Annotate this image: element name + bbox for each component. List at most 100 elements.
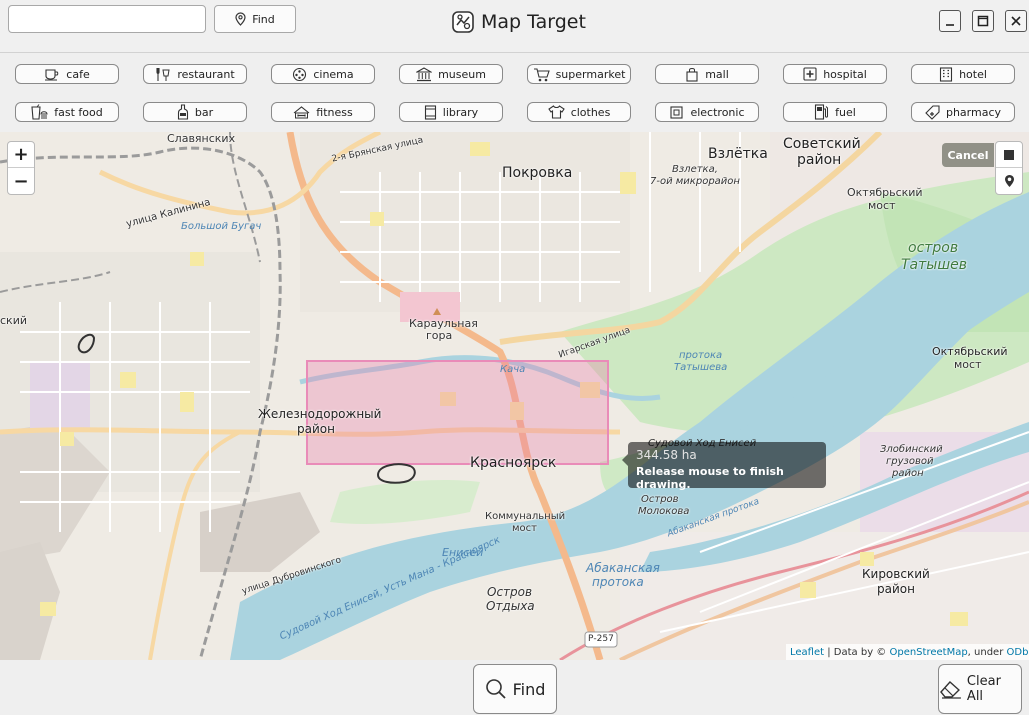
minimize-icon [946,24,954,26]
category-label: clothes [570,105,611,119]
category-button-mall[interactable]: mall [655,64,759,84]
category-label: bar [194,105,214,119]
category-button-restaurant[interactable]: restaurant [143,64,247,84]
zoom-in-button[interactable]: + [8,142,34,168]
category-label: electronic [690,105,745,119]
square-icon [1004,149,1014,160]
bottom-bar: Find Clear All [0,660,1029,715]
category-label: mall [705,67,729,81]
draw-tooltip: 344.58 ha Release mouse to finish drawin… [622,442,826,491]
clear-all-label: Clear All [966,674,1001,704]
leaflet-link[interactable]: Leaflet [790,647,824,658]
close-button[interactable] [1005,10,1027,32]
category-label: hospital [823,67,867,81]
category-button-cinema[interactable]: cinema [271,64,375,84]
category-label: fitness [316,105,353,119]
find-button[interactable]: Find [473,664,557,714]
shopping-bag-icon [686,67,698,82]
category-label: supermarket [555,67,626,81]
map-label: район [892,468,924,479]
category-label: museum [438,67,486,81]
category-bar: cafe restaurant cinema museum supermarke… [0,52,1029,132]
minimize-button[interactable] [939,10,961,32]
map-label: Красноярск [470,455,557,471]
zoom-control: + − [7,141,35,195]
maximize-button[interactable] [972,10,994,32]
dumbbell-icon [293,106,310,119]
draw-toolbar [995,141,1023,195]
category-button-library[interactable]: library [399,102,503,122]
find-button-label: Find [512,679,546,699]
category-button-fast-food[interactable]: fast food [15,102,119,122]
magnifier-icon [485,679,506,699]
map-label: Славянских [167,132,236,145]
category-label: pharmacy [945,105,1002,119]
map-label: Кача [500,364,526,375]
map-label: район [877,582,915,596]
category-button-electronic[interactable]: electronic [655,102,759,122]
category-button-fuel[interactable]: fuel [783,102,887,122]
map-label: Взлётка [708,146,768,162]
cutlery-icon [156,68,170,81]
category-button-supermarket[interactable]: supermarket [527,64,631,84]
openstreetmap-link[interactable]: OpenStreetMap [889,647,967,658]
top-bar: Find Map Target [0,0,1029,44]
category-button-cafe[interactable]: cafe [15,64,119,84]
fuel-pump-icon [815,104,829,120]
category-label: restaurant [177,67,235,81]
film-reel-icon [293,67,307,81]
zoom-out-button[interactable]: − [8,168,34,194]
category-button-clothes[interactable]: clothes [527,102,631,122]
map-label: Молокова [638,506,690,517]
category-button-hospital[interactable]: hospital [783,64,887,84]
search-input[interactable] [8,5,206,33]
building-icon [940,66,953,82]
map-label: мост [512,523,537,534]
map-label: Татышев [901,257,968,273]
chip-icon [670,105,684,119]
book-icon [424,104,436,120]
attribution-text: | Data by © [824,646,890,658]
find-button-top-label: Find [252,12,275,26]
category-label: fuel [835,105,856,119]
map-label: Октябрьский [847,186,923,199]
category-button-bar[interactable]: bar [143,102,247,122]
map-label: Октябрьский [932,345,1008,358]
route-badge: Р-257 [588,634,614,644]
map-label: остров [908,240,959,256]
medical-cross-icon [803,67,817,81]
map-label: Покровка [502,165,573,181]
category-button-hotel[interactable]: hotel [911,64,1015,84]
map-attribution: Leaflet | Data by © OpenStreetMap , unde… [786,644,1029,660]
cancel-drawing-button[interactable]: Cancel [942,143,994,167]
map-label: Остров [487,585,533,599]
draw-rectangle-button[interactable] [996,142,1022,168]
bottle-icon [177,104,188,120]
location-pin-icon [235,12,246,26]
category-label: fast food [54,105,103,119]
draw-hint: Release mouse to finish drawing. [636,465,784,491]
find-button-top[interactable]: Find [214,5,296,33]
category-button-pharmacy[interactable]: pharmacy [911,102,1015,122]
map-label: 7-ой микрорайон [650,176,740,187]
draw-marker-button[interactable] [996,168,1022,194]
app-title-text: Map Target [481,11,586,33]
category-button-fitness[interactable]: fitness [271,102,375,122]
map-view[interactable]: Славянских 2-я Брянская улица Взлётка Со… [0,132,1029,660]
tshirt-icon [547,105,565,119]
app-title: Map Target [452,10,586,34]
category-button-museum[interactable]: museum [399,64,503,84]
cup-icon [45,69,59,81]
map-label: Кировский [862,567,930,581]
area-measurement: 344.58 ha [636,448,697,462]
category-label: library [442,105,479,119]
app-logo-icon [452,11,474,33]
clear-all-button[interactable]: Clear All [938,664,1022,714]
category-label: cinema [313,67,354,81]
map-label: Советский [783,136,861,152]
map-label: мост [868,199,896,212]
museum-icon [416,66,433,81]
odbl-link[interactable]: ODbL. [1007,647,1029,658]
close-icon [1011,16,1021,26]
map-label: район [297,422,335,436]
